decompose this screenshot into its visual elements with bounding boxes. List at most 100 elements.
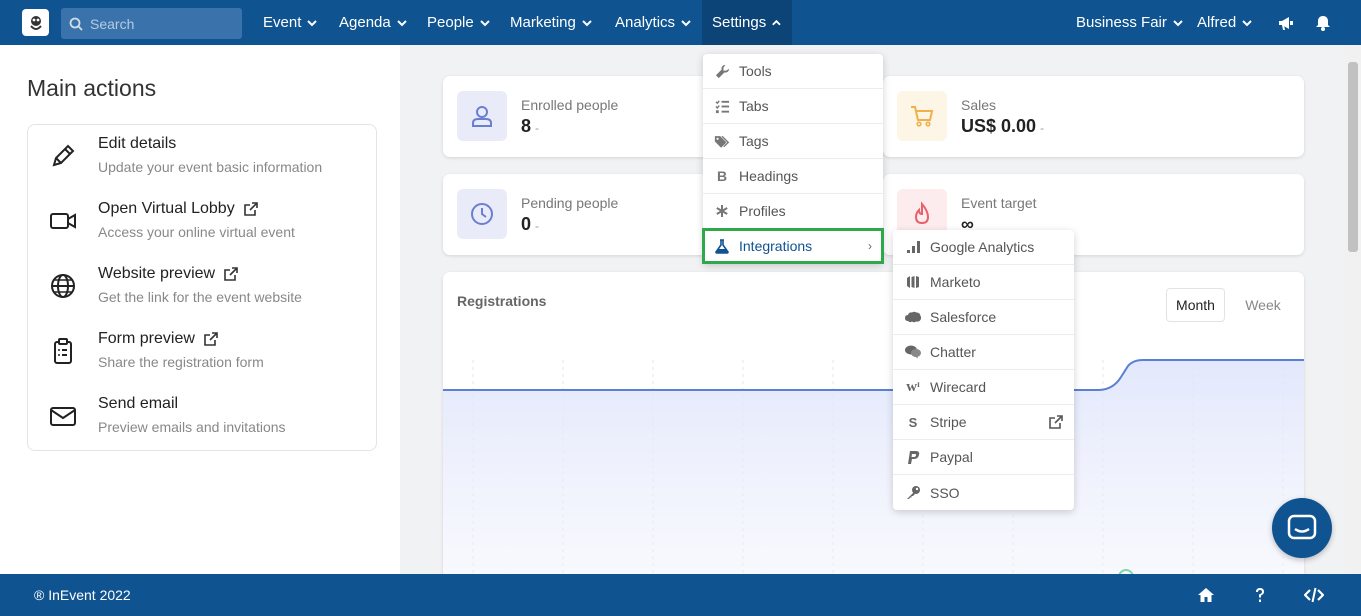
settings-item-tags[interactable]: Tags [703, 124, 883, 159]
integration-salesforce[interactable]: Salesforce [893, 300, 1074, 335]
settings-item-label: Tabs [739, 98, 769, 114]
integration-label: Marketo [930, 274, 981, 290]
nav-event[interactable]: Event [263, 0, 318, 45]
chevron-down-icon [1173, 19, 1183, 26]
nav-event-label: Event [263, 14, 302, 31]
settings-item-headings[interactable]: B Headings [703, 159, 883, 194]
clipboard-icon [54, 338, 72, 364]
integrations-submenu: Google Analytics Marketo Salesforce Chat… [893, 230, 1074, 510]
integration-label: Wirecard [930, 379, 987, 395]
help-icon[interactable] [1251, 586, 1269, 604]
settings-item-tools[interactable]: Tools [703, 54, 883, 89]
chevron-down-icon [397, 19, 407, 26]
integration-chatter[interactable]: Chatter [893, 335, 1074, 370]
integration-label: Stripe [930, 414, 967, 430]
action-open-virtual-lobby[interactable]: Open Virtual Lobby Access your online vi… [28, 190, 378, 255]
home-icon[interactable] [1197, 586, 1215, 604]
clock-icon [457, 189, 507, 239]
action-form-preview[interactable]: Form preview Share the registration form [28, 320, 378, 385]
chevron-down-icon [1242, 19, 1252, 26]
main-actions-title: Main actions [27, 75, 157, 101]
action-title-text: Edit details [98, 135, 177, 152]
integration-marketo[interactable]: Marketo [893, 265, 1074, 300]
google-analytics-icon [905, 239, 921, 255]
external-link-icon [204, 332, 218, 346]
settings-item-label: Tools [739, 63, 772, 79]
integration-label: Paypal [930, 449, 973, 465]
stat-trend: - [1040, 121, 1045, 135]
integration-sso[interactable]: SSO [893, 475, 1074, 510]
nav-analytics-label: Analytics [615, 14, 676, 31]
stat-trend: - [535, 121, 540, 135]
nav-people[interactable]: People [427, 0, 491, 45]
marketo-icon [905, 274, 921, 290]
event-selector[interactable]: Business Fair [1076, 0, 1184, 45]
asterisk-icon [714, 203, 730, 219]
user-menu[interactable]: Alfred [1197, 0, 1253, 45]
bell-icon[interactable] [1313, 13, 1333, 33]
nav-settings[interactable]: Settings [702, 0, 792, 45]
stat-card-sales[interactable]: Sales US$ 0.00- [883, 76, 1304, 157]
paypal-icon [905, 449, 921, 465]
key-icon [905, 485, 921, 501]
stat-value: 0- [521, 214, 539, 235]
nav-settings-label: Settings [712, 14, 767, 31]
stat-label: Pending people [521, 195, 619, 211]
chat-widget-button[interactable] [1272, 498, 1332, 558]
salesforce-icon [905, 309, 921, 325]
chevron-down-icon [480, 19, 490, 26]
search-input[interactable] [90, 15, 230, 32]
logo-icon [29, 15, 42, 30]
stat-value: 8- [521, 116, 539, 137]
action-title: Form preview [98, 330, 219, 348]
integration-wirecard[interactable]: wᶦ Wirecard [893, 370, 1074, 405]
action-title-text: Website preview [98, 265, 216, 282]
settings-item-integrations[interactable]: Integrations › [702, 228, 884, 264]
action-title: Website preview [98, 265, 239, 283]
settings-item-label: Headings [739, 168, 799, 184]
scrollbar-thumb[interactable] [1348, 62, 1358, 252]
settings-dropdown: Tools Tabs Tags B Headings Profiles Inte… [702, 54, 884, 264]
stat-value-number: US$ 0.00 [961, 116, 1037, 136]
actions-card: Edit details Update your event basic inf… [27, 124, 377, 451]
external-link-icon [243, 202, 258, 216]
nav-marketing[interactable]: Marketing [510, 0, 593, 45]
envelope-icon [50, 407, 76, 426]
settings-item-profiles[interactable]: Profiles [703, 194, 883, 229]
action-edit-details[interactable]: Edit details Update your event basic inf… [28, 125, 378, 190]
external-link-icon[interactable] [1048, 414, 1064, 430]
integration-label: Chatter [930, 344, 976, 360]
action-title-text: Send email [98, 395, 179, 412]
user-name: Alfred [1197, 14, 1237, 31]
integration-paypal[interactable]: Paypal [893, 440, 1074, 475]
chevron-right-icon: › [868, 239, 872, 253]
integration-stripe[interactable]: S Stripe [893, 405, 1074, 440]
search-box[interactable] [61, 8, 242, 39]
integration-label: Google Analytics [930, 239, 1035, 255]
megaphone-icon[interactable] [1276, 13, 1296, 33]
user-icon [457, 91, 507, 141]
inevent-logo[interactable] [22, 9, 49, 36]
registrations-chart [443, 359, 1304, 582]
external-link-icon [224, 267, 238, 281]
chart-area [443, 360, 1304, 582]
tags-icon [714, 133, 730, 149]
action-website-preview[interactable]: Website preview Get the link for the eve… [28, 255, 378, 320]
stat-value: US$ 0.00- [961, 116, 1044, 137]
cart-icon [897, 91, 947, 141]
nav-agenda[interactable]: Agenda [339, 0, 408, 45]
search-icon [69, 17, 83, 31]
code-icon[interactable] [1304, 586, 1324, 604]
wrench-icon [714, 63, 730, 79]
settings-item-tabs[interactable]: Tabs [703, 89, 883, 124]
action-send-email[interactable]: Send email Preview emails and invitation… [28, 385, 378, 450]
integration-google-analytics[interactable]: Google Analytics [893, 230, 1074, 265]
nav-agenda-label: Agenda [339, 14, 391, 31]
stripe-icon: S [908, 414, 918, 430]
chevron-down-icon [582, 19, 592, 26]
stat-label: Event target [961, 195, 1037, 211]
list-check-icon [714, 98, 730, 114]
action-subtitle: Share the registration form [98, 354, 264, 370]
page-scrollbar[interactable] [1345, 45, 1361, 574]
nav-analytics[interactable]: Analytics [615, 0, 692, 45]
